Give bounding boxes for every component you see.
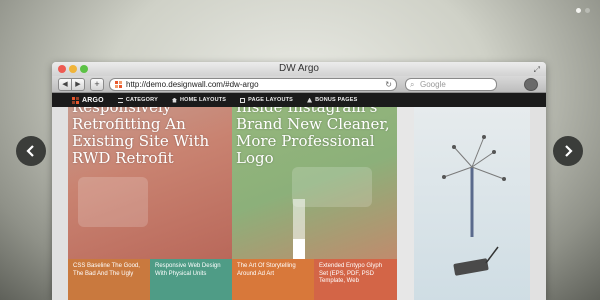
logo-text: ARGO	[82, 96, 104, 104]
browser-window: DW Argo ⤢ ◀ ▶ + http://demo.designwall.c…	[52, 62, 546, 300]
add-bookmark-button[interactable]: +	[90, 78, 104, 91]
reload-icon[interactable]: ↻	[385, 79, 392, 90]
nav-item-label: CATEGORY	[125, 97, 158, 103]
desk-lamp-illustration	[442, 135, 506, 276]
reader-button[interactable]	[524, 78, 538, 91]
address-bar[interactable]: http://demo.designwall.com/#dw-argo ↻	[109, 78, 397, 91]
bonus-icon	[307, 97, 313, 103]
previous-slide-button[interactable]	[16, 136, 46, 166]
nav-item-label: PAGE LAYOUTS	[248, 97, 294, 103]
page-content: Responsively Retrofitting An Existing Si…	[52, 107, 546, 300]
nav-item-page-layouts[interactable]: PAGE LAYOUTS	[240, 97, 293, 103]
sub-post-2[interactable]: Responsive Web Design With Physical Unit…	[150, 259, 232, 300]
post-title[interactable]: Responsively Retrofitting An Existing Si…	[72, 107, 224, 167]
slider-dot-active[interactable]	[576, 8, 581, 13]
search-field[interactable]: ⌕ Google	[405, 78, 497, 91]
window-title: DW Argo	[278, 63, 319, 74]
sub-post-4[interactable]: Extended Entypo Glyph Set (EPS, PDF, PSD…	[314, 259, 397, 300]
nav-item-bonus-pages[interactable]: BONUS PAGES	[307, 97, 357, 103]
sub-post-3[interactable]: The Art Of Storytelling Around Ad Art	[232, 259, 314, 300]
nav-item-label: BONUS PAGES	[315, 97, 358, 103]
sidebar-image-post[interactable]	[414, 107, 530, 300]
url-text: http://demo.designwall.com/#dw-argo	[126, 80, 259, 89]
browser-toolbar: ◀ ▶ + http://demo.designwall.com/#dw-arg…	[52, 76, 546, 93]
fullscreen-icon[interactable]: ⤢	[534, 65, 540, 75]
content-divider	[397, 107, 414, 300]
post-image	[78, 177, 148, 227]
search-icon: ⌕	[410, 80, 415, 89]
forward-button[interactable]: ▶	[72, 78, 85, 91]
menu-icon	[117, 97, 123, 103]
page-icon	[240, 97, 246, 103]
site-logo[interactable]: ARGO	[72, 96, 104, 104]
post-title[interactable]: Inside Instagram's Brand New Cleaner, Mo…	[236, 107, 392, 167]
home-icon	[171, 97, 177, 103]
site-favicon-icon	[115, 81, 122, 88]
featured-post-1[interactable]: Responsively Retrofitting An Existing Si…	[68, 107, 232, 259]
content-gutter-right	[530, 107, 546, 300]
chevron-left-icon	[26, 145, 34, 157]
chevron-right-icon	[565, 145, 573, 157]
sub-post-1[interactable]: CSS Baseline The Good, The Bad And The U…	[68, 259, 150, 300]
slider-dot[interactable]	[585, 8, 590, 13]
site-navbar: ARGO CATEGORY HOME LAYOUTS PAGE LAYOUTS …	[52, 93, 546, 107]
content-gutter-left	[52, 107, 68, 300]
argo-logo-icon	[72, 96, 79, 104]
search-placeholder: Google	[420, 80, 446, 89]
slider-dots	[576, 8, 590, 13]
back-button[interactable]: ◀	[58, 78, 72, 91]
nav-item-home-layouts[interactable]: HOME LAYOUTS	[171, 97, 227, 103]
nav-item-label: HOME LAYOUTS	[179, 97, 227, 103]
next-slide-button[interactable]	[553, 136, 583, 166]
window-titlebar: DW Argo ⤢	[52, 62, 546, 76]
nav-item-category[interactable]: CATEGORY	[117, 97, 158, 103]
